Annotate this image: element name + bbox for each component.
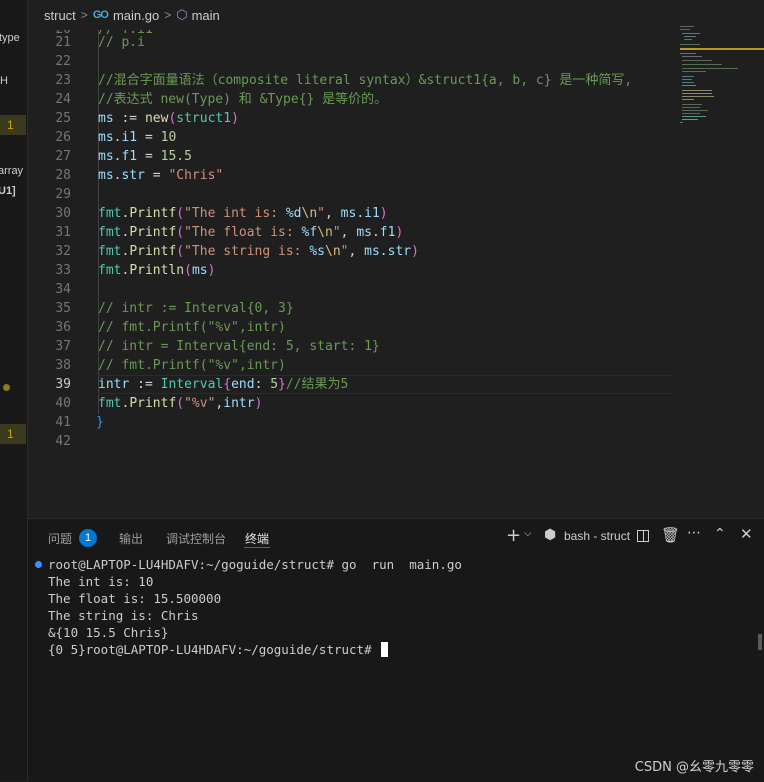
watermark: CSDN @幺零九零零 — [634, 760, 754, 775]
line-number: 29 — [55, 187, 71, 202]
chevron-right-icon: > — [164, 8, 172, 22]
line-number: 26 — [55, 130, 71, 145]
code-line: fmt.Printf("The string is: %s\n", ms.str… — [98, 244, 419, 259]
chevron-right-icon: > — [80, 8, 88, 22]
close-icon[interactable]: ✕ — [740, 525, 753, 543]
code-line: ms := new(struct1) — [98, 111, 239, 126]
terminal-line: The float is: 15.500000 — [48, 591, 222, 606]
code-line: // intr := Interval{0, 3} — [98, 301, 294, 316]
line-number: 25 — [55, 111, 71, 126]
sidebar-fragment: H — [0, 75, 8, 87]
terminal-scrollbar[interactable] — [758, 634, 762, 650]
chevron-down-icon[interactable]: ⌵ — [524, 528, 532, 539]
minimap[interactable] — [672, 20, 764, 518]
code-line: ms.i1 = 10 — [98, 130, 177, 145]
line-number: 37 — [55, 339, 71, 354]
line-number: 22 — [55, 54, 71, 69]
breadcrumb-folder[interactable]: struct — [44, 8, 76, 23]
line-number: 35 — [55, 301, 71, 316]
line-number: 30 — [55, 206, 71, 221]
code-line: fmt.Printf("The float is: %f\n", ms.f1) — [98, 225, 404, 240]
breadcrumb-symbol[interactable]: main — [192, 8, 220, 23]
split-icon[interactable] — [637, 530, 649, 542]
tab-terminal[interactable]: 终端 — [245, 530, 269, 547]
code-line: // p.i — [98, 35, 145, 50]
line-number: 42 — [55, 434, 71, 449]
code-line: fmt.Println(ms) — [98, 263, 216, 278]
code-line: fmt.Printf("The int is: %d\n", ms.i1) — [98, 206, 388, 221]
active-tab-indicator — [244, 547, 270, 548]
sidebar-fragment: array — [0, 165, 24, 177]
line-number: 34 — [55, 282, 71, 297]
breadcrumb-file[interactable]: main.go — [113, 8, 159, 23]
line-number: 28 — [55, 168, 71, 183]
problems-count-badge: 1 — [79, 529, 97, 547]
terminal-line: The string is: Chris — [48, 608, 199, 623]
code-line: //表达式 new(Type) 和 &Type{} 是等价的。 — [98, 92, 388, 107]
line-number: 24 — [55, 92, 71, 107]
terminal-line: &{10 15.5 Chris} — [48, 625, 169, 640]
line-number: 21 — [55, 35, 71, 50]
terminal-line: root@LAPTOP-LU4HDAFV:~/goguide/struct# g… — [48, 557, 462, 572]
command-success-dot-icon — [35, 561, 42, 568]
explorer-sidebar: type H 1 array U1] 1 — [0, 0, 28, 781]
line-number: 23 — [55, 73, 71, 88]
code-line: // fmt.Printf("%v",intr) — [98, 320, 286, 335]
sidebar-badge[interactable]: 1 — [0, 424, 26, 444]
trash-icon[interactable]: 🗑 — [661, 526, 680, 544]
line-number: 40 — [55, 396, 71, 411]
line-number-active: 39 — [55, 377, 71, 392]
code-line: ms.f1 = 15.5 — [98, 149, 192, 164]
chevron-up-icon[interactable]: ⌃ — [714, 526, 726, 542]
terminal-name[interactable]: bash - struct — [564, 529, 630, 543]
plus-icon[interactable]: + — [506, 525, 521, 546]
terminal-icon: ⬢ — [544, 527, 557, 543]
code-line: fmt.Printf("%v",intr) — [98, 396, 263, 411]
line-number: 38 — [55, 358, 71, 373]
go-file-icon: GO — [92, 9, 109, 21]
line-number: 33 — [55, 263, 71, 278]
terminal-prompt[interactable]: {0 5}root@LAPTOP-LU4HDAFV:~/goguide/stru… — [48, 641, 389, 658]
code-line: //混合字面量语法（composite literal syntax）&stru… — [98, 73, 633, 88]
symbol-method-icon: ⬡ — [176, 7, 188, 22]
code-line: ms.str = "Chris" — [98, 168, 224, 183]
terminal-cursor — [381, 642, 389, 657]
code-line: intr := Interval{end: 5}//结果为5 — [98, 377, 349, 392]
sidebar-fragment: type — [0, 32, 20, 44]
sidebar-badge[interactable]: 1 — [0, 115, 26, 135]
line-number: 41 — [55, 415, 71, 430]
more-icon[interactable]: ⋯ — [687, 525, 701, 541]
breadcrumb: struct > GO main.go > ⬡ main — [28, 0, 764, 30]
line-number: 27 — [55, 149, 71, 164]
code-editor[interactable]: 20 // f.i1 21 // p.i 22 23 //混合字面量语法（com… — [28, 30, 672, 518]
line-number: 32 — [55, 244, 71, 259]
line-number: 31 — [55, 225, 71, 240]
code-line: } — [96, 415, 104, 430]
tab-problems[interactable]: 问题 — [48, 530, 72, 547]
code-line: // fmt.Printf("%v",intr) — [98, 358, 286, 373]
code-line: // intr = Interval{end: 5, start: 1} — [98, 339, 380, 354]
line-number: 36 — [55, 320, 71, 335]
terminal-panel: 问题 1 输出 调试控制台 终端 + ⌵ ⬢ bash - struct 🗑 ⋯… — [28, 518, 764, 782]
tab-output[interactable]: 输出 — [119, 530, 143, 547]
terminal-line: {0 5}root@LAPTOP-LU4HDAFV:~/goguide/stru… — [48, 642, 380, 657]
terminal-line: The int is: 10 — [48, 574, 154, 589]
sidebar-fragment: U1] — [0, 185, 16, 197]
tab-debug-console[interactable]: 调试控制台 — [166, 530, 226, 547]
modified-dot-icon — [3, 384, 10, 391]
